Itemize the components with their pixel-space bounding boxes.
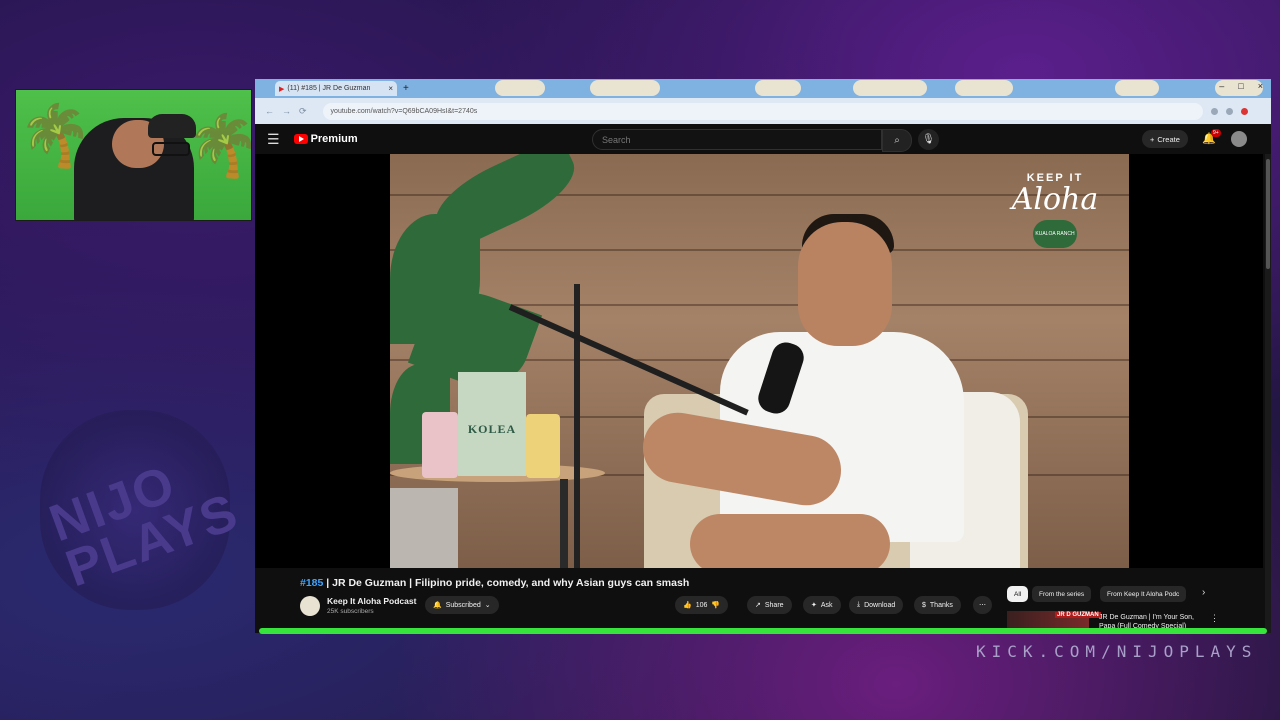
address-bar-row: ← → ⟳ youtube.com/watch?v=Q69bCA09HsI&t=…	[255, 98, 1271, 124]
palm-icon: 🌴	[186, 110, 251, 181]
scrollbar-thumb[interactable]	[1266, 159, 1270, 269]
chip-all[interactable]: All	[1007, 586, 1029, 602]
search-button[interactable]: ⌕	[882, 129, 912, 152]
tab-close-icon[interactable]: ×	[388, 84, 393, 93]
video-title-text: | JR De Guzman | Filipino pride, comedy,…	[323, 577, 690, 589]
brand-label: Premium	[310, 133, 358, 145]
cloud-decoration	[1115, 80, 1159, 96]
browser-tab[interactable]: ▶ (11) #185 | JR De Guzman ×	[275, 81, 397, 96]
plant-pot	[390, 488, 458, 568]
chevron-right-icon[interactable]: ›	[1202, 587, 1205, 598]
browser-window: ▶ (11) #185 | JR De Guzman × + – □ × ← →…	[255, 79, 1271, 633]
bell-icon: 🔔	[433, 602, 442, 609]
video-player[interactable]: KOLEA KEEP IT Aloha KUALOA RANCH	[255, 154, 1263, 568]
forward-button[interactable]: →	[282, 106, 291, 116]
chip-from-series[interactable]: From the series	[1032, 586, 1092, 602]
extension-icon[interactable]	[1225, 107, 1233, 115]
channel-avatar[interactable]	[300, 596, 320, 616]
thumbnail-label: JR D GUZMAN	[1055, 612, 1101, 618]
mic-stand	[574, 284, 580, 568]
subscriber-count: 25K subscribers	[327, 608, 374, 615]
window-controls: – □ ×	[1219, 81, 1263, 91]
back-button[interactable]: ←	[265, 106, 274, 116]
channel-name[interactable]: Keep It Aloha Podcast	[327, 596, 416, 606]
youtube-play-icon	[293, 134, 308, 144]
extension-icon[interactable]	[1210, 107, 1218, 115]
video-title: #185 | JR De Guzman | Filipino pride, co…	[300, 577, 689, 589]
more-actions-button[interactable]: ⋯	[973, 596, 992, 614]
mic-icon: 🎙	[922, 134, 935, 145]
thumbs-down-icon[interactable]: 👎	[711, 601, 720, 609]
like-count: 106	[695, 601, 708, 609]
episode-hashtag[interactable]: #185	[300, 577, 323, 589]
url-field[interactable]: youtube.com/watch?v=Q69bCA09HsI&t=2740s	[322, 102, 1203, 120]
sparkle-icon: ✦	[811, 602, 817, 609]
table-leg	[560, 479, 568, 568]
ask-button[interactable]: ✦ Ask	[803, 596, 841, 614]
profile-icon[interactable]	[1240, 107, 1248, 115]
thanks-label: Thanks	[929, 601, 953, 609]
more-icon: ⋯	[979, 602, 986, 609]
plus-icon: +	[1150, 134, 1155, 144]
search-input[interactable]: Search	[592, 129, 882, 150]
cloud-decoration	[495, 80, 545, 96]
tab-title: (11) #185 | JR De Guzman	[287, 85, 371, 92]
guest-leg	[690, 514, 890, 568]
cloud-decoration	[755, 80, 801, 96]
podcast-watermark: KEEP IT Aloha KUALOA RANCH	[990, 172, 1120, 248]
sponsor-badge: KUALOA RANCH	[1033, 220, 1077, 248]
chip-from-channel[interactable]: From Keep It Aloha Podc	[1100, 586, 1187, 602]
stream-accent-bar	[259, 628, 1267, 634]
more-vert-icon[interactable]: ⋮	[1210, 613, 1219, 624]
create-label: Create	[1157, 134, 1180, 144]
voice-search-button[interactable]: 🎙	[918, 129, 939, 150]
account-avatar[interactable]	[1231, 131, 1247, 147]
youtube-favicon-icon: ▶	[279, 85, 285, 93]
subscribed-label: Subscribed	[445, 601, 481, 609]
maximize-button[interactable]: □	[1238, 81, 1243, 91]
guest-head	[798, 222, 892, 346]
close-window-button[interactable]: ×	[1258, 81, 1263, 91]
share-label: Share	[764, 601, 784, 609]
new-tab-button[interactable]: +	[403, 83, 409, 94]
cloud-decoration	[955, 80, 1013, 96]
cloud-decoration	[853, 80, 927, 96]
drink-can	[422, 412, 458, 478]
download-button[interactable]: ⤓ Download	[849, 596, 904, 614]
video-frame[interactable]: KOLEA KEEP IT Aloha KUALOA RANCH	[390, 154, 1129, 568]
cloud-decoration	[590, 80, 660, 96]
watermark-script: Aloha	[1011, 182, 1099, 217]
stream-url-overlay: KICK.COM/NIJOPLAYS	[976, 642, 1258, 661]
product-label: KOLEA	[467, 422, 517, 436]
webcam-overlay: 🌴 🌴	[15, 89, 252, 221]
streamer-glasses	[152, 142, 190, 156]
download-icon: ⤓	[857, 601, 861, 608]
thanks-icon: $	[922, 601, 926, 609]
menu-icon[interactable]: ☰	[267, 131, 280, 148]
search-placeholder: Search	[602, 134, 631, 145]
share-button[interactable]: ↗ Share	[747, 596, 792, 614]
streamer-cap	[148, 114, 196, 138]
notification-badge: 9+	[1211, 129, 1221, 137]
thanks-button[interactable]: $ Thanks	[914, 596, 961, 614]
subscribed-button[interactable]: 🔔 Subscribed ⌄	[425, 596, 499, 614]
drink-can	[526, 414, 560, 478]
like-button[interactable]: 👍 106 👎	[675, 596, 729, 614]
thumbs-up-icon: 👍	[683, 602, 692, 609]
reload-button[interactable]: ⟳	[299, 106, 307, 117]
wall-plank	[390, 249, 1129, 251]
url-text: youtube.com/watch?v=Q69bCA09HsI&t=2740s	[330, 107, 478, 115]
create-button[interactable]: + Create	[1142, 130, 1188, 148]
ask-label: Ask	[820, 601, 833, 609]
youtube-logo[interactable]: Premium	[293, 133, 358, 145]
youtube-header: ☰ Premium Search ⌕ 🎙 + Create 🔔 9+	[255, 124, 1271, 154]
minimize-button[interactable]: –	[1219, 81, 1224, 91]
share-icon: ↗	[755, 602, 761, 609]
tab-bar: ▶ (11) #185 | JR De Guzman × + – □ ×	[255, 79, 1271, 98]
search-icon: ⌕	[894, 135, 900, 146]
download-label: Download	[864, 601, 896, 609]
chevron-down-icon: ⌄	[484, 602, 491, 609]
